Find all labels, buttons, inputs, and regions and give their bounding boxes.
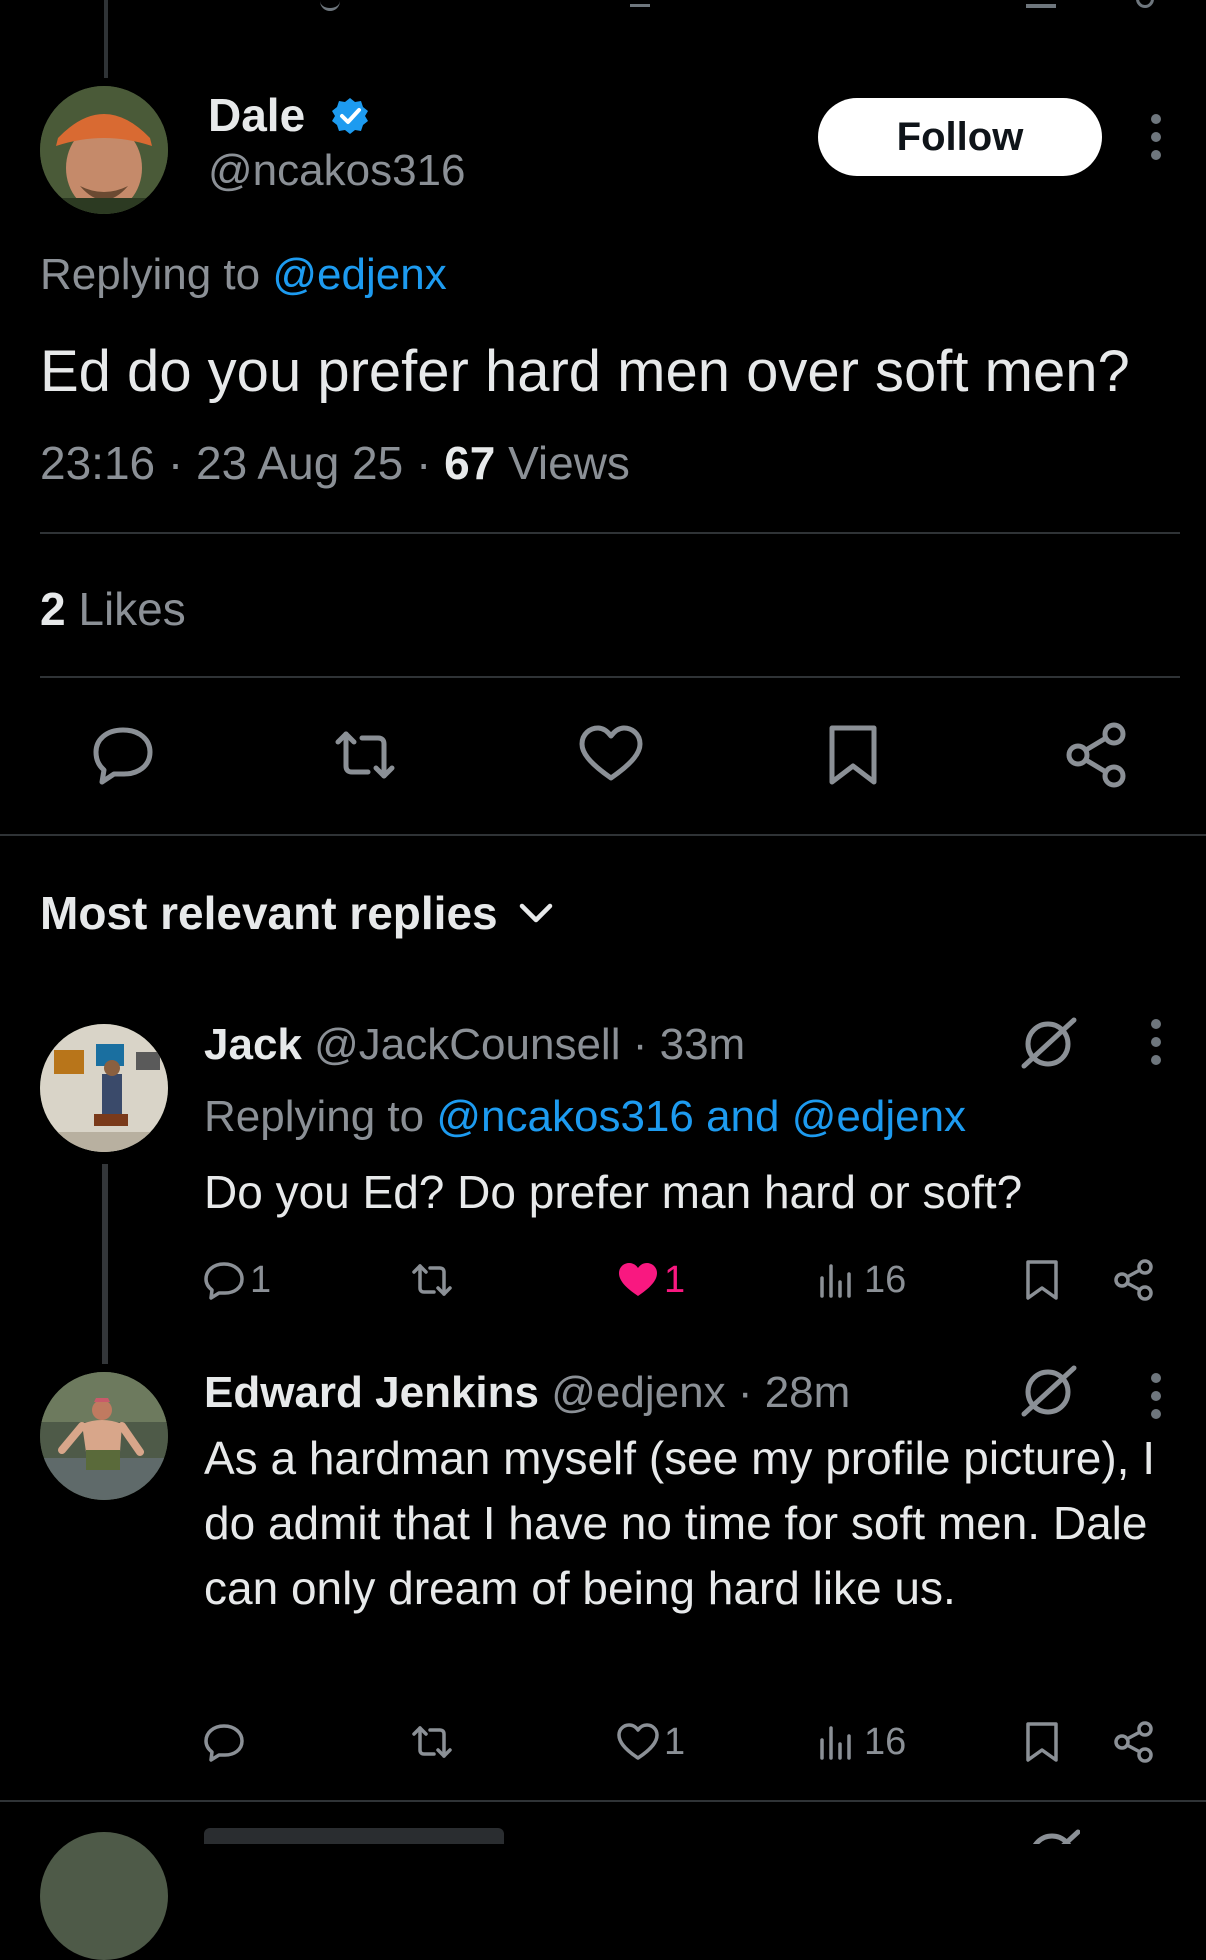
reply-icon — [204, 1724, 244, 1762]
author-handle[interactable]: @ncakos316 — [208, 146, 466, 196]
replying-to-link[interactable]: @ncakos316 and @edjenx — [436, 1092, 966, 1141]
likes-count: 2 — [40, 583, 66, 635]
reply-text: As a hardman myself (see my profile pict… — [204, 1432, 1155, 1614]
section-divider — [0, 1800, 1206, 1802]
reply-author-handle[interactable]: @edjenx — [551, 1368, 725, 1417]
likes-label: Likes — [78, 583, 186, 635]
author-avatar[interactable] — [40, 86, 168, 214]
reply-author-name[interactable]: Edward Jenkins — [204, 1368, 539, 1417]
reply-button[interactable] — [202, 1716, 246, 1768]
like-icon — [617, 1723, 659, 1760]
share-icon — [1114, 1721, 1153, 1763]
tweet-date[interactable]: 23 Aug 25 — [196, 437, 403, 489]
reply-avatar[interactable] — [40, 1832, 168, 1960]
share-button[interactable] — [1112, 1716, 1156, 1768]
reply-avatar[interactable] — [40, 1372, 168, 1500]
like-count: 1 — [664, 1720, 686, 1763]
share-icon — [1114, 1259, 1153, 1301]
tweet-meta: 23:16 · 23 Aug 25 · 67 Views — [40, 437, 630, 489]
retweet-button[interactable] — [410, 1254, 454, 1306]
likes-summary[interactable]: 2 Likes — [40, 582, 186, 636]
views-button[interactable]: 16 — [816, 1254, 906, 1306]
view-count: 16 — [864, 1720, 907, 1763]
views-count: 67 — [444, 437, 496, 489]
retweet-icon — [412, 1264, 452, 1296]
tweet-text: Ed do you prefer hard men over soft men? — [40, 339, 1130, 404]
replying-prefix: Replying to — [40, 250, 261, 299]
like-count: 1 — [664, 1258, 686, 1301]
views-icon — [820, 1726, 851, 1760]
partial-icon — [320, 0, 340, 11]
replying-prefix: Replying to — [204, 1092, 425, 1141]
reply-avatar[interactable] — [40, 1024, 168, 1152]
reply-icon[interactable] — [88, 720, 158, 790]
grok-icon[interactable] — [1020, 1826, 1080, 1844]
partial-reply-header — [204, 1828, 804, 1844]
more-icon[interactable] — [1148, 1018, 1164, 1066]
replying-to: Replying to @edjenx — [40, 250, 447, 300]
bookmark-icon — [1026, 1722, 1058, 1762]
chevron-down-icon[interactable] — [516, 898, 556, 928]
like-icon[interactable] — [576, 720, 646, 790]
partial-icon — [1136, 0, 1154, 8]
like-icon — [619, 1263, 657, 1296]
reply-time[interactable]: 33m — [660, 1020, 746, 1069]
bookmark-icon[interactable] — [818, 720, 888, 790]
more-icon[interactable] — [1148, 1372, 1164, 1420]
follow-button[interactable]: Follow — [818, 98, 1102, 176]
partial-icon — [630, 0, 650, 7]
bookmark-button[interactable] — [1020, 1254, 1064, 1306]
views-icon — [820, 1264, 851, 1298]
replies-sort-title[interactable]: Most relevant replies — [40, 886, 498, 940]
thread-line — [102, 1164, 108, 1364]
reply-time[interactable]: 28m — [765, 1368, 851, 1417]
divider — [40, 676, 1180, 678]
share-button[interactable] — [1112, 1254, 1156, 1306]
reply-count: 1 — [250, 1258, 272, 1301]
grok-icon[interactable] — [1016, 1014, 1080, 1070]
reply-author-name[interactable]: Jack — [204, 1020, 302, 1069]
partial-icon — [820, 0, 940, 4]
like-button[interactable]: 1 — [616, 1254, 685, 1306]
reply-replying-to: Replying to @ncakos316 and @edjenx — [204, 1092, 966, 1142]
partial-icon — [1026, 0, 1056, 8]
author-name[interactable]: Dale — [208, 88, 305, 142]
verified-badge-icon — [330, 96, 370, 136]
bookmark-button[interactable] — [1020, 1716, 1064, 1768]
thread-line-top — [104, 0, 108, 78]
tweet-time[interactable]: 23:16 — [40, 437, 155, 489]
divider — [40, 532, 1180, 534]
share-icon[interactable] — [1062, 720, 1132, 790]
reply-icon — [204, 1262, 244, 1300]
reply-header: Edward Jenkins @edjenx · 28m — [204, 1368, 851, 1417]
bookmark-icon — [1026, 1260, 1058, 1300]
replying-to-link[interactable]: @edjenx — [272, 250, 446, 299]
reply-button[interactable]: 1 — [202, 1254, 271, 1306]
section-divider — [0, 834, 1206, 836]
reply-text: Do you Ed? Do prefer man hard or soft? — [204, 1166, 1023, 1218]
views-label: Views — [508, 437, 630, 489]
reply-header: Jack @JackCounsell · 33m — [204, 1020, 746, 1069]
more-icon[interactable] — [1148, 113, 1164, 161]
grok-icon[interactable] — [1016, 1362, 1080, 1418]
retweet-button[interactable] — [410, 1716, 454, 1768]
like-button[interactable]: 1 — [616, 1716, 685, 1768]
view-count: 16 — [864, 1258, 907, 1301]
views-button[interactable]: 16 — [816, 1716, 906, 1768]
retweet-icon — [412, 1726, 452, 1758]
reply-author-handle[interactable]: @JackCounsell — [314, 1020, 620, 1069]
retweet-icon[interactable] — [330, 720, 400, 790]
